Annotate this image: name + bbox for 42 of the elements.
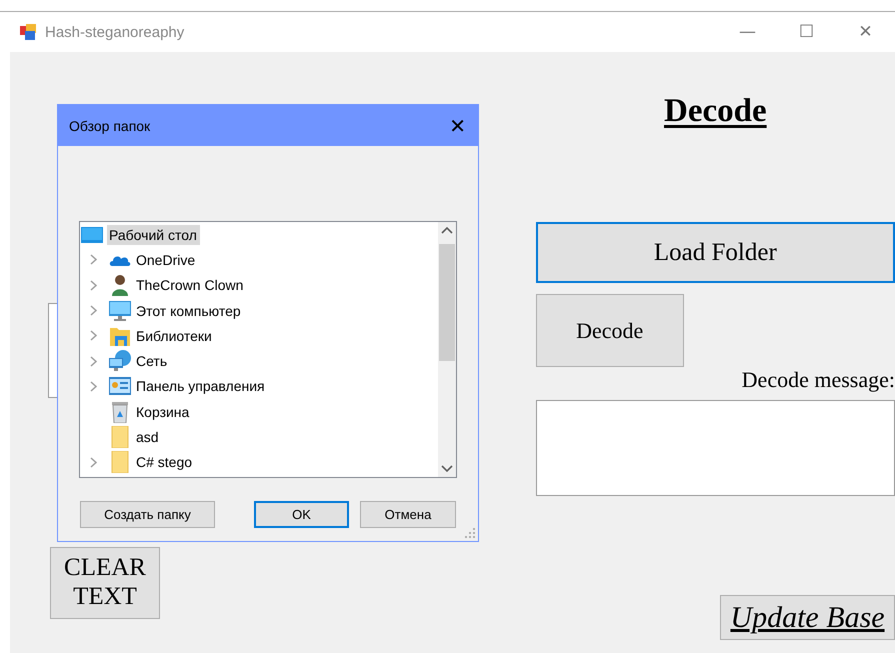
control-panel-icon	[109, 377, 131, 396]
tree-item[interactable]: C# stego	[134, 452, 196, 472]
tree-item[interactable]: Рабочий стол	[107, 224, 200, 245]
tree-item[interactable]: Панель управления	[134, 376, 268, 396]
globe-monitor-icon	[109, 350, 131, 372]
decode-button[interactable]: Decode	[536, 294, 684, 367]
close-button[interactable]: ✕	[836, 22, 895, 42]
app-icon	[20, 24, 36, 40]
dialog-title: Обзор папок	[69, 118, 150, 134]
desktop-icon	[81, 226, 103, 243]
clear-text-button[interactable]: CLEAR TEXT	[50, 547, 160, 619]
tree-item[interactable]: Этот компьютер	[134, 300, 244, 321]
scroll-thumb[interactable]	[439, 244, 455, 361]
update-base-button[interactable]: Update Base	[720, 595, 895, 640]
scroll-up-icon[interactable]	[441, 226, 453, 234]
text-field[interactable]	[48, 303, 58, 398]
tree-item[interactable]: OneDrive	[134, 250, 198, 270]
message-field[interactable]	[536, 400, 895, 496]
dialog-button[interactable]: Создать папку	[80, 501, 215, 528]
recycle-bin-icon	[111, 400, 129, 423]
folder-icon	[110, 326, 130, 346]
folder-icon	[111, 426, 129, 448]
resize-grip-icon[interactable]	[465, 528, 475, 538]
close-button[interactable]: ✕	[447, 112, 468, 139]
field-label: Decode message:	[742, 367, 895, 393]
tree-item[interactable]: Сеть	[134, 351, 170, 372]
tree-item[interactable]: Библиотеки	[134, 326, 215, 346]
folder-icon	[111, 451, 129, 474]
minimize-button[interactable]: —	[718, 22, 777, 42]
window-title: Hash-steganoreaphy	[45, 24, 186, 40]
tree-item[interactable]: TheCrown Clown	[134, 275, 246, 296]
section-heading: Decode	[664, 93, 767, 130]
user-icon	[111, 274, 129, 296]
load-folder-button[interactable]: Load Folder	[536, 222, 895, 283]
scroll-down-icon[interactable]	[441, 465, 453, 473]
tree-item[interactable]: asd	[134, 427, 162, 448]
monitor-icon	[109, 300, 131, 321]
scroll-bar[interactable]	[438, 222, 456, 477]
dialog-button[interactable]: OK	[254, 501, 349, 528]
maximize-button[interactable]: ☐	[777, 22, 836, 42]
tree-item[interactable]: Корзина	[134, 402, 192, 422]
dialog-button[interactable]: Отмена	[360, 501, 456, 528]
